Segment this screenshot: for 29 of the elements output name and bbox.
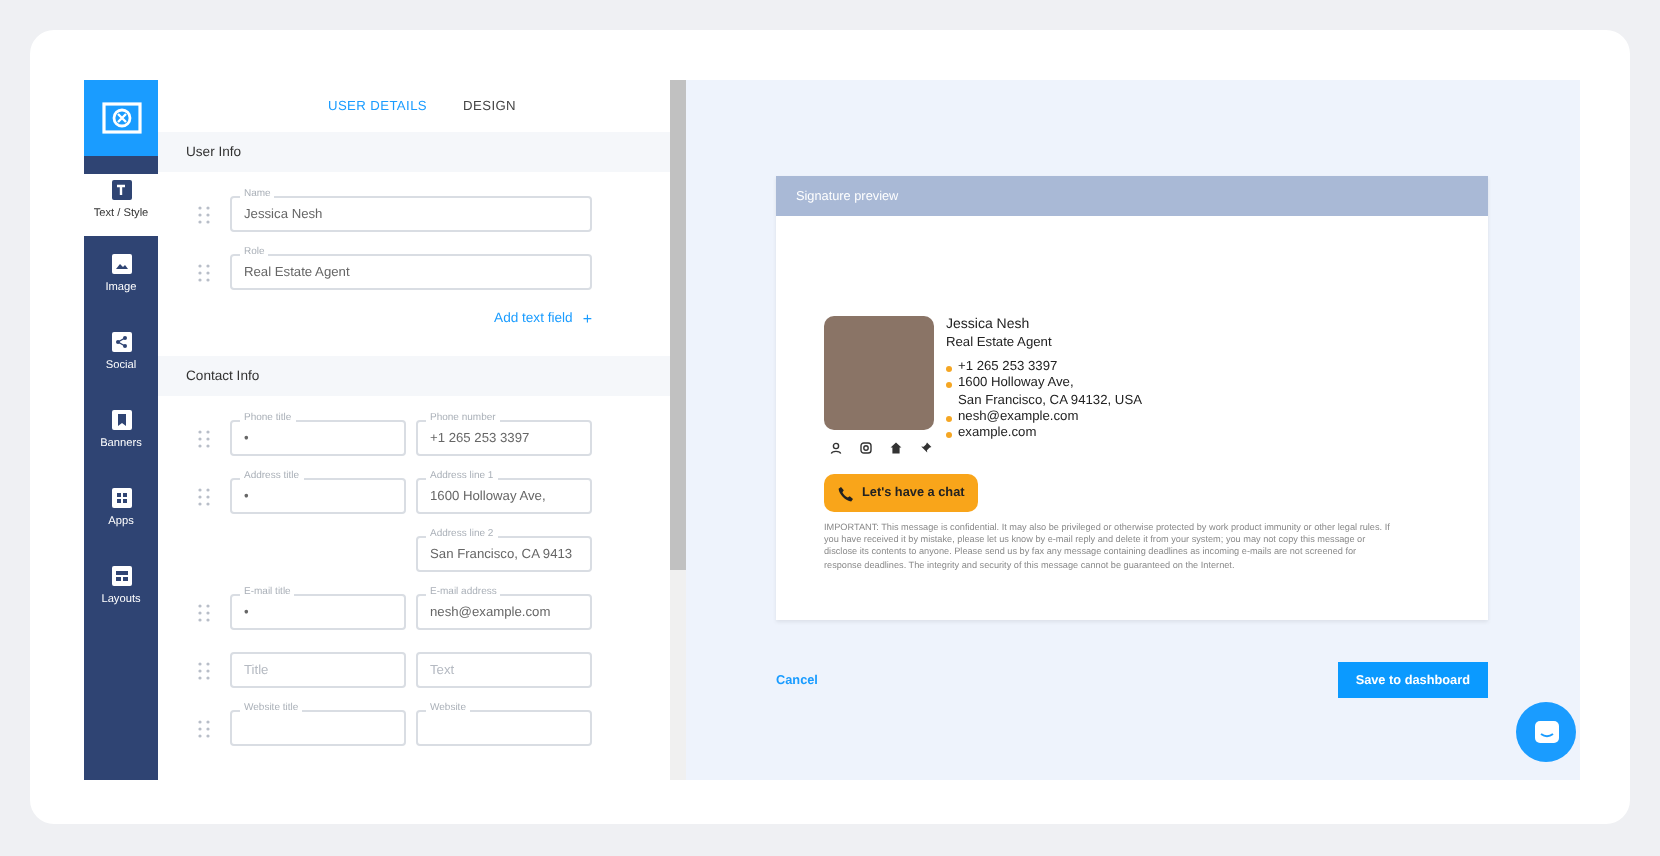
home-icon[interactable]	[890, 442, 902, 454]
chat-icon	[1533, 720, 1559, 744]
drag-handle-icon[interactable]	[198, 603, 210, 621]
drag-handle-icon[interactable]	[198, 487, 210, 505]
drag-handle-icon[interactable]	[198, 429, 210, 447]
drag-handle-icon[interactable]	[198, 205, 210, 223]
user-icon[interactable]	[830, 442, 842, 454]
bullet-icon	[946, 432, 952, 439]
photo-placeholder	[824, 316, 934, 430]
layout-icon	[111, 566, 131, 586]
pin-icon[interactable]	[920, 442, 932, 454]
image-icon	[111, 254, 131, 274]
scrollbar[interactable]	[670, 80, 686, 780]
camera-icon[interactable]	[860, 442, 872, 454]
bullet-icon	[946, 415, 952, 422]
share-icon	[111, 332, 131, 352]
bullet-icon	[946, 366, 952, 372]
drag-handle-icon[interactable]	[198, 263, 210, 281]
input-field[interactable]	[230, 710, 406, 746]
bookmark-icon	[111, 410, 131, 430]
bullet-icon	[946, 382, 952, 389]
drag-handle-icon[interactable]	[198, 661, 210, 679]
drag-handle-icon[interactable]	[198, 719, 210, 737]
grid-icon	[111, 488, 131, 508]
chat-launcher-button[interactable]	[1516, 702, 1576, 762]
input-field[interactable]	[416, 710, 592, 746]
phone-icon	[838, 485, 854, 501]
text-icon	[111, 180, 131, 200]
scrollbar-thumb[interactable]	[670, 80, 686, 570]
